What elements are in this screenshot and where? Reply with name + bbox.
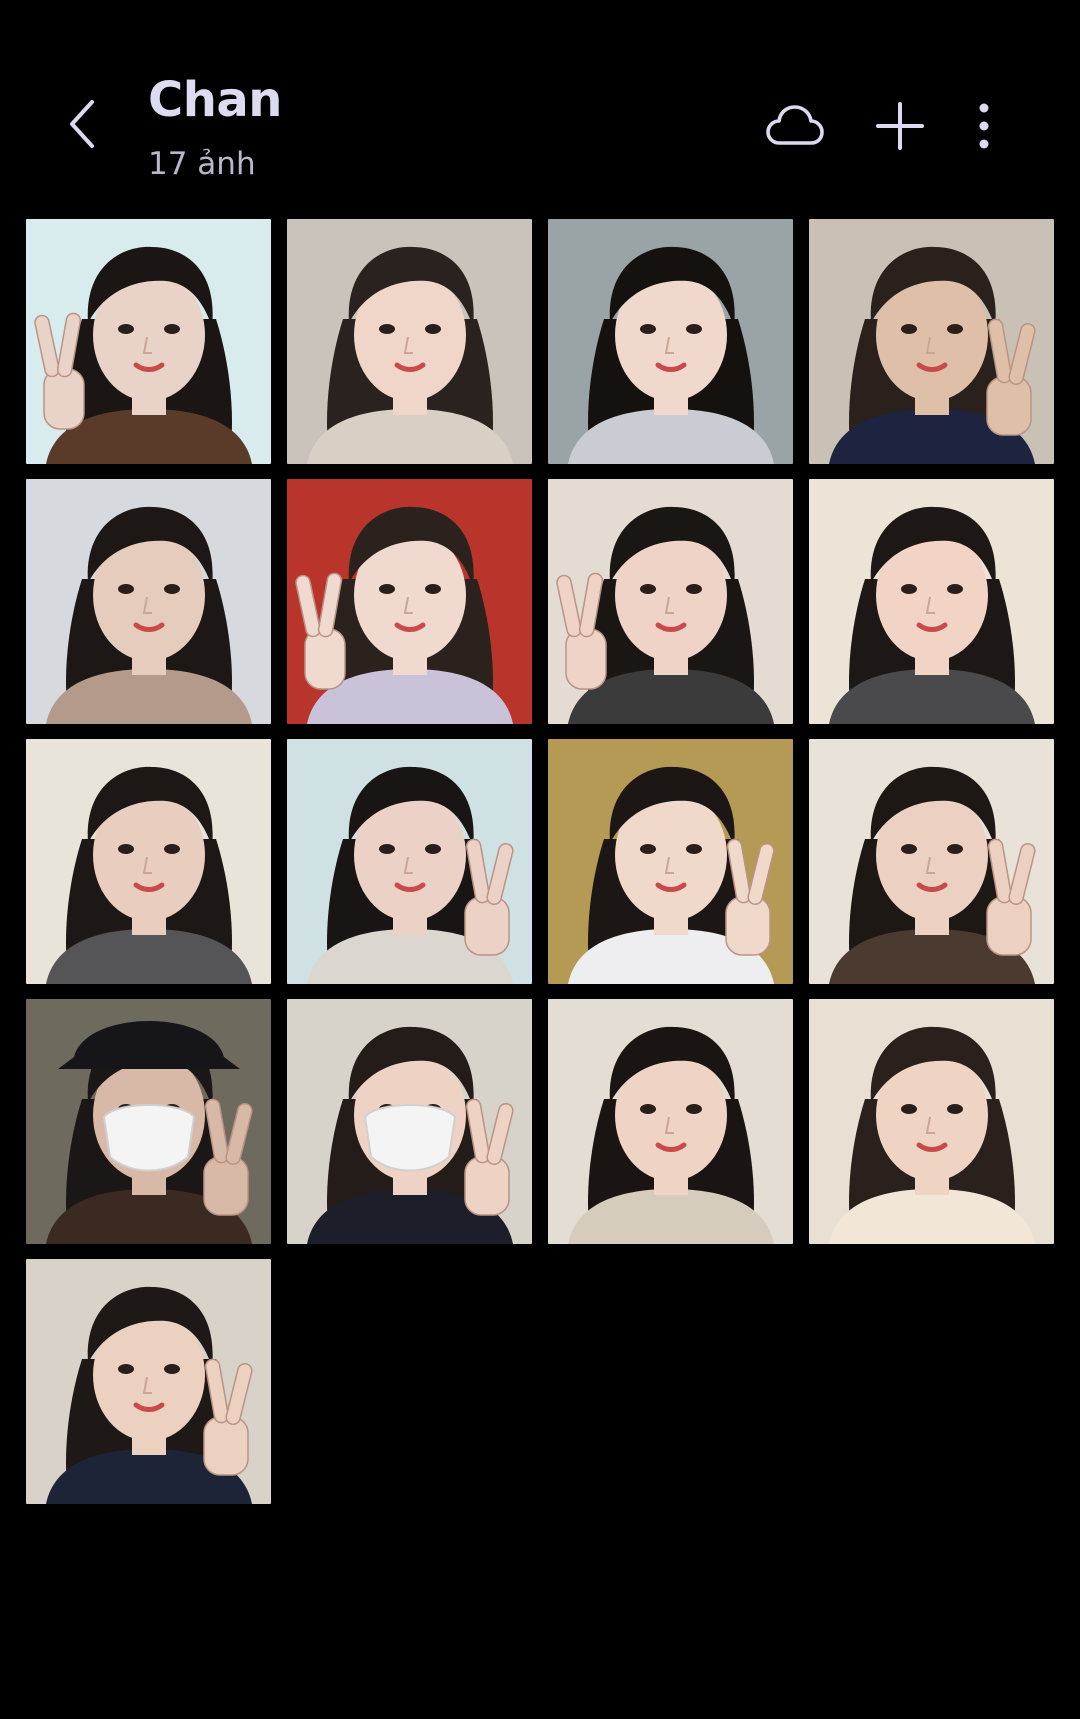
photo-thumbnail[interactable] bbox=[26, 1259, 271, 1504]
photo-thumbnail[interactable] bbox=[26, 999, 271, 1244]
photo-image bbox=[26, 999, 271, 1244]
photo-image bbox=[26, 479, 271, 724]
photo-thumbnail[interactable] bbox=[548, 999, 793, 1244]
photo-thumbnail[interactable] bbox=[287, 479, 532, 724]
photo-image bbox=[26, 219, 271, 464]
photo-thumbnail[interactable] bbox=[26, 479, 271, 724]
photo-image bbox=[809, 739, 1054, 984]
photo-image bbox=[287, 479, 532, 724]
photo-image bbox=[548, 999, 793, 1244]
album-title: Chan bbox=[148, 72, 282, 128]
photo-thumbnail[interactable] bbox=[548, 739, 793, 984]
album-screen: Chan 17 ảnh bbox=[0, 0, 1080, 1719]
photo-image bbox=[26, 739, 271, 984]
photo-thumbnail[interactable] bbox=[287, 739, 532, 984]
photo-thumbnail[interactable] bbox=[809, 479, 1054, 724]
photo-thumbnail[interactable] bbox=[26, 739, 271, 984]
photo-thumbnail[interactable] bbox=[548, 479, 793, 724]
photo-image bbox=[26, 1259, 271, 1504]
back-button[interactable] bbox=[52, 88, 112, 164]
app-bar: Chan 17 ảnh bbox=[0, 0, 1080, 200]
photo-image bbox=[809, 479, 1054, 724]
photo-image bbox=[287, 739, 532, 984]
photo-image bbox=[548, 479, 793, 724]
photo-image bbox=[287, 999, 532, 1244]
photo-thumbnail[interactable] bbox=[809, 219, 1054, 464]
photo-thumbnail[interactable] bbox=[287, 219, 532, 464]
chevron-left-icon bbox=[62, 96, 102, 157]
photo-image bbox=[548, 739, 793, 984]
photo-thumbnail[interactable] bbox=[26, 219, 271, 464]
photo-thumbnail[interactable] bbox=[548, 219, 793, 464]
plus-icon bbox=[874, 100, 926, 157]
photo-thumbnail[interactable] bbox=[287, 999, 532, 1244]
photo-image bbox=[809, 219, 1054, 464]
more-vertical-icon bbox=[978, 102, 990, 155]
photo-thumbnail[interactable] bbox=[809, 999, 1054, 1244]
add-to-album-button[interactable] bbox=[864, 92, 936, 164]
photo-count: 17 ảnh bbox=[148, 146, 256, 182]
photo-grid bbox=[26, 219, 1054, 1504]
more-options-button[interactable] bbox=[958, 92, 1010, 164]
photo-image bbox=[287, 219, 532, 464]
cloud-sync-button[interactable] bbox=[759, 92, 831, 164]
photo-image bbox=[548, 219, 793, 464]
cloud-icon bbox=[765, 103, 825, 154]
photo-image bbox=[809, 999, 1054, 1244]
photo-thumbnail[interactable] bbox=[809, 739, 1054, 984]
